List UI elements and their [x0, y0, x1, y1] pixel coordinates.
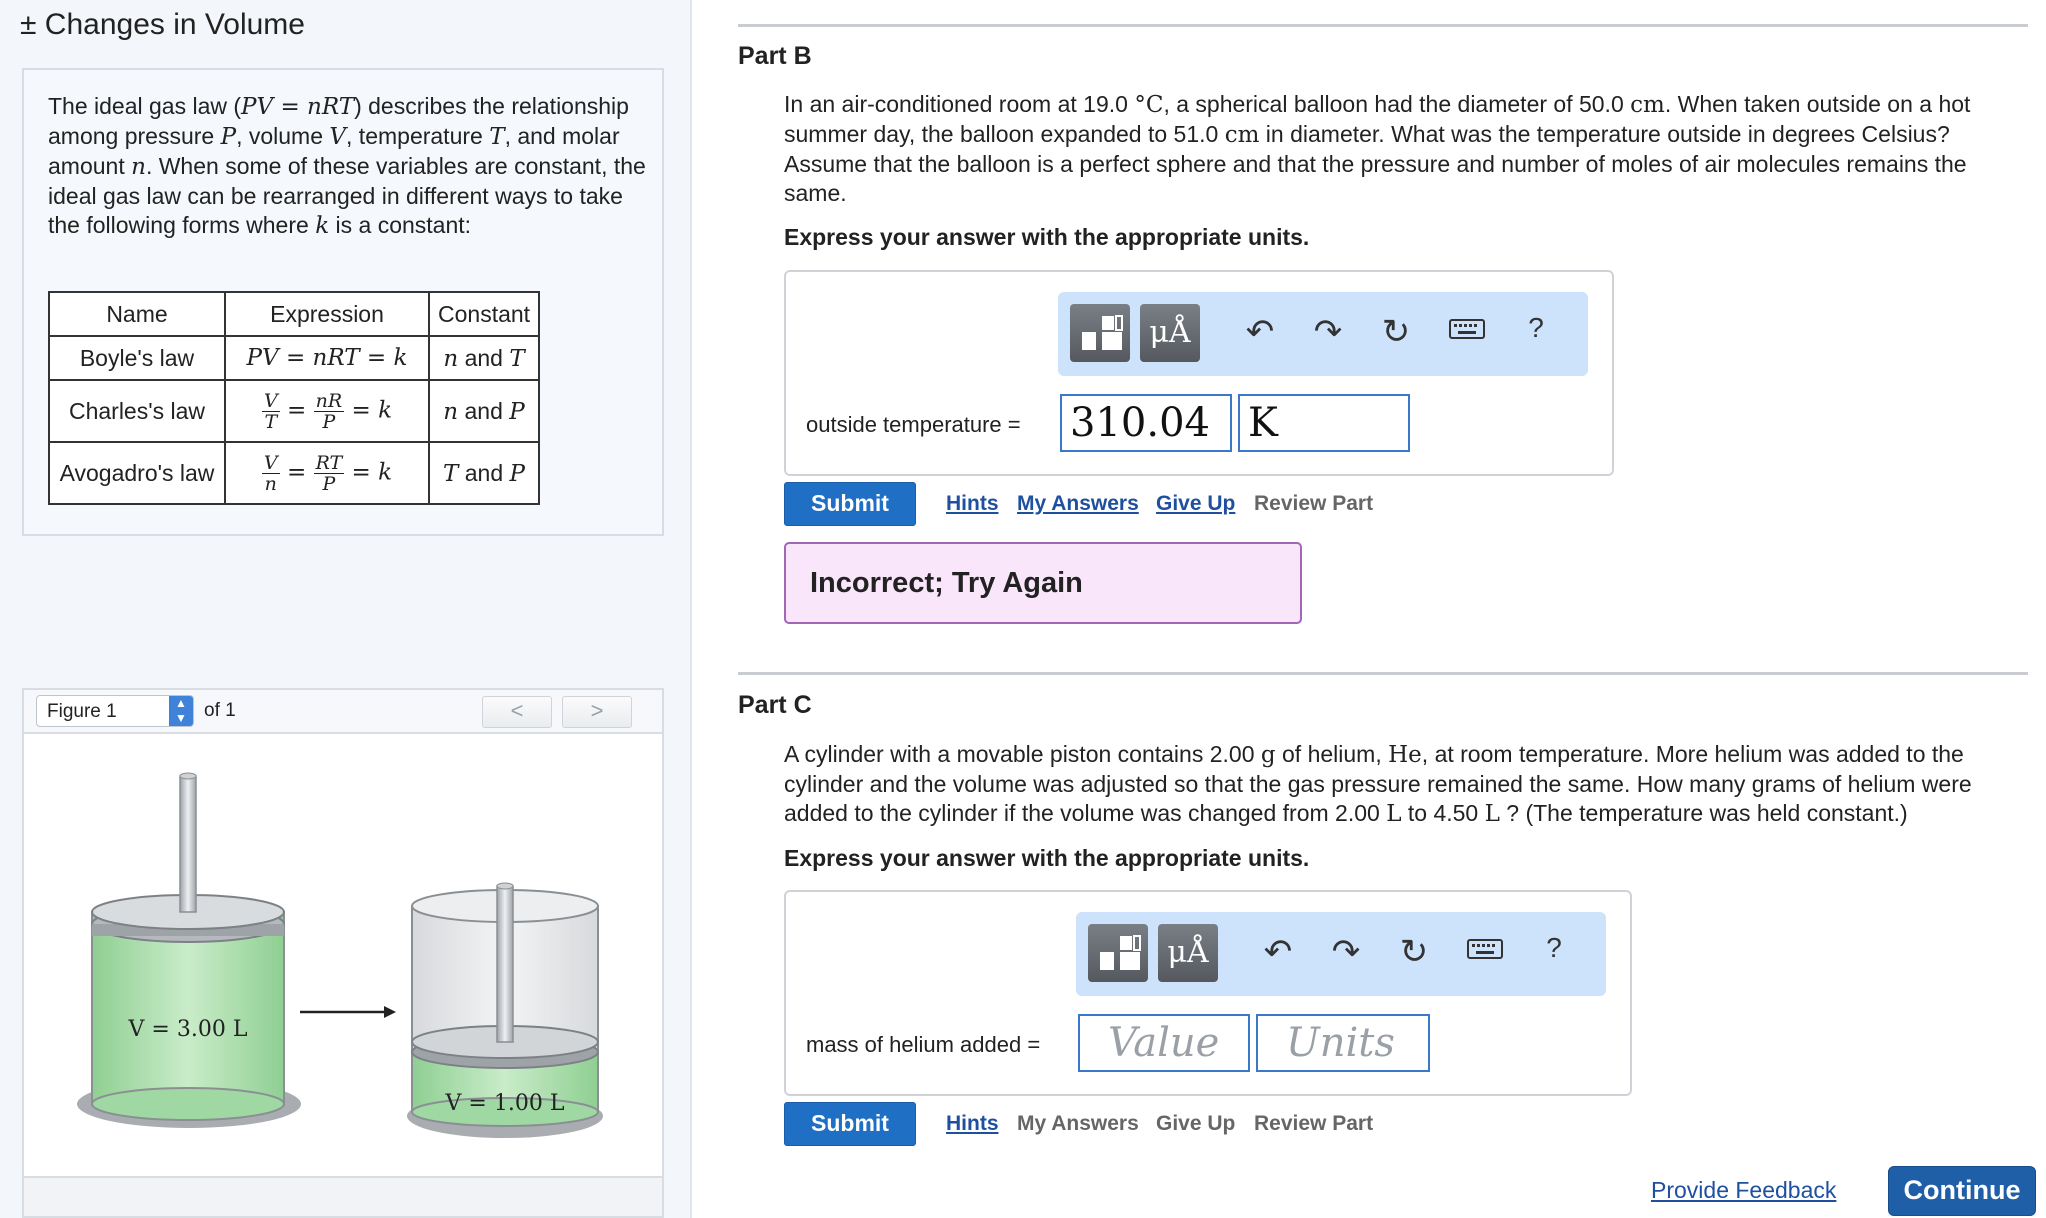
redo-icon[interactable]: ↷: [1308, 312, 1348, 352]
intro-text-7: is a constant:: [329, 212, 472, 238]
part-c-title: Part C: [738, 691, 812, 719]
provide-feedback-link[interactable]: Provide Feedback: [1651, 1177, 1836, 1204]
figure-footer: [22, 1178, 664, 1218]
math-toolbar: μÅ ↶ ↷ ↻ ?: [1076, 912, 1606, 996]
intro-box: The ideal gas law (PV = nRT) describes t…: [22, 68, 664, 536]
law-expression: VT = nR P = k: [224, 379, 430, 443]
intro-text-1: The ideal gas law (: [48, 93, 242, 119]
incorrect-feedback: Incorrect; Try Again: [784, 542, 1302, 624]
figure-count: of 1: [204, 700, 236, 721]
col-header-expression: Expression: [224, 291, 430, 337]
templates-icon: [1082, 315, 1123, 350]
part-b-question: In an air-conditioned room at 19.0 °C, a…: [784, 91, 1971, 206]
part-b-answer-box: μÅ ↶ ↷ ↻ ? outside temperature = 310.04 …: [784, 270, 1614, 476]
figure-area: V = 3.00 L V = 1.00 L: [22, 732, 664, 1178]
part-c-review-part-link[interactable]: Review Part: [1254, 1112, 1373, 1136]
var-p: P: [220, 124, 237, 150]
units-input[interactable]: Units: [1256, 1014, 1430, 1072]
units-input[interactable]: K: [1238, 394, 1410, 452]
part-c-give-up-link[interactable]: Give Up: [1156, 1112, 1235, 1136]
mass-helium-label: mass of helium added =: [806, 1032, 1041, 1057]
help-icon[interactable]: ?: [1516, 312, 1556, 344]
left-volume-label: V = 3.00 L: [128, 1017, 248, 1042]
divider: [738, 672, 2028, 675]
value-input[interactable]: Value: [1078, 1014, 1250, 1072]
law-constant: n and T: [427, 335, 541, 381]
table-row: Charles's law VT = nR P = k n and P: [48, 379, 541, 443]
part-b-my-answers-link[interactable]: My Answers: [1017, 492, 1139, 516]
law-expression: Vn = RT P = k: [224, 441, 430, 505]
var-k: k: [315, 213, 330, 239]
law-expression: PV = nRT = k: [224, 335, 430, 381]
col-header-constant: Constant: [427, 291, 541, 337]
table-header-row: Name Expression Constant: [48, 291, 541, 337]
part-b-give-up-link[interactable]: Give Up: [1156, 492, 1235, 516]
math-toolbar: μÅ ↶ ↷ ↻ ?: [1058, 292, 1588, 376]
divider: [738, 24, 2028, 27]
ideal-gas-equation: PV = nRT: [241, 94, 355, 120]
part-b-title: Part B: [738, 42, 812, 70]
var-v: V: [329, 124, 347, 150]
part-c-answer-box: μÅ ↶ ↷ ↻ ? mass of helium added = Value …: [784, 890, 1632, 1096]
law-name: Avogadro's law: [48, 441, 226, 505]
law-name: Boyle's law: [48, 335, 226, 381]
part-c-hints-link[interactable]: Hints: [946, 1112, 999, 1136]
part-b-review-part-link[interactable]: Review Part: [1254, 492, 1373, 516]
reset-icon[interactable]: ↻: [1394, 932, 1434, 972]
part-c-my-answers-link[interactable]: My Answers: [1017, 1112, 1139, 1136]
table-row: Boyle's law PV = nRT = k n and T: [48, 335, 541, 381]
page-title: ± Changes in Volume: [20, 8, 305, 41]
intro-text-4: , temperature: [346, 123, 490, 149]
chevron-updown-icon: ▲ ▼: [169, 696, 193, 726]
keyboard-icon[interactable]: [1448, 312, 1488, 351]
right-rod: [496, 885, 514, 1043]
units-button[interactable]: μÅ: [1158, 924, 1218, 982]
right-volume-label: V = 1.00 L: [445, 1091, 565, 1116]
prev-figure-button[interactable]: <: [482, 696, 552, 728]
left-panel: ± Changes in Volume The ideal gas law (P…: [0, 0, 692, 1218]
figure-select[interactable]: Figure 1 ▲ ▼: [36, 695, 194, 727]
undo-icon[interactable]: ↶: [1258, 932, 1298, 972]
reset-icon[interactable]: ↻: [1376, 312, 1416, 352]
intro-text: The ideal gas law (PV = nRT) describes t…: [48, 92, 648, 241]
templates-button[interactable]: [1070, 304, 1130, 362]
part-b-instruction: Express your answer with the appropriate…: [784, 224, 1310, 250]
figure-select-value: Figure 1: [47, 701, 117, 722]
intro-text-3: , volume: [236, 123, 330, 149]
outside-temperature-label: outside temperature =: [806, 412, 1021, 437]
var-n: n: [131, 154, 146, 180]
part-c-instruction: Express your answer with the appropriate…: [784, 845, 1310, 871]
piston-figure: V = 3.00 L V = 1.00 L: [77, 772, 603, 1138]
col-header-name: Name: [48, 291, 226, 337]
var-t: T: [489, 124, 505, 150]
continue-button[interactable]: Continue: [1888, 1166, 2036, 1216]
templates-icon: [1100, 935, 1141, 970]
law-name: Charles's law: [48, 379, 226, 443]
keyboard-icon[interactable]: [1466, 932, 1506, 971]
templates-button[interactable]: [1088, 924, 1148, 982]
figure-toolbar: Figure 1 ▲ ▼ of 1 < >: [22, 688, 664, 732]
part-c-submit-button[interactable]: Submit: [784, 1102, 916, 1146]
part-c-question: A cylinder with a movable piston contain…: [784, 741, 1972, 827]
part-b-hints-link[interactable]: Hints: [946, 492, 999, 516]
law-constant: n and P: [427, 379, 541, 443]
part-b-submit-button[interactable]: Submit: [784, 482, 916, 526]
units-button[interactable]: μÅ: [1140, 304, 1200, 362]
redo-icon[interactable]: ↷: [1326, 932, 1366, 972]
value-input[interactable]: 310.04: [1060, 394, 1232, 452]
law-constant: T and P: [427, 441, 541, 505]
table-row: Avogadro's law Vn = RT P = k T and P: [48, 441, 541, 505]
next-figure-button[interactable]: >: [562, 696, 632, 728]
help-icon[interactable]: ?: [1534, 932, 1574, 964]
gas-laws-table: Name Expression Constant Boyle's law PV …: [48, 291, 541, 505]
undo-icon[interactable]: ↶: [1240, 312, 1280, 352]
